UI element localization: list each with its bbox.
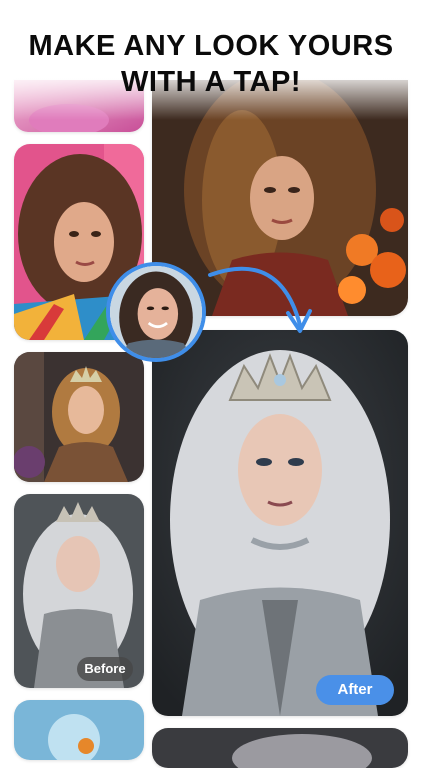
bottom-right-photo [152,728,408,768]
selfie-photo [110,266,202,358]
photo-card-bottom-right[interactable] [152,728,408,768]
photo-card-bottom-left[interactable] [14,700,144,760]
curved-arrow-icon [208,266,312,333]
photo-card-after[interactable]: After [152,330,408,716]
headline-line-1: MAKE ANY LOOK YOURS [28,30,394,62]
after-badge: After [316,675,394,705]
bottom-left-photo [14,700,144,760]
queen-after-photo [152,330,408,716]
header-fade: MAKE ANY LOOK YOURS WITH A TAP! [0,0,422,120]
headline: MAKE ANY LOOK YOURS WITH A TAP! [0,28,422,100]
headline-line-2: WITH A TAP! [121,66,301,98]
before-badge: Before [77,657,133,681]
photo-card-before[interactable]: Before [14,494,144,688]
princess-thumb-photo [14,352,144,482]
photo-card-princess-thumb[interactable] [14,352,144,482]
